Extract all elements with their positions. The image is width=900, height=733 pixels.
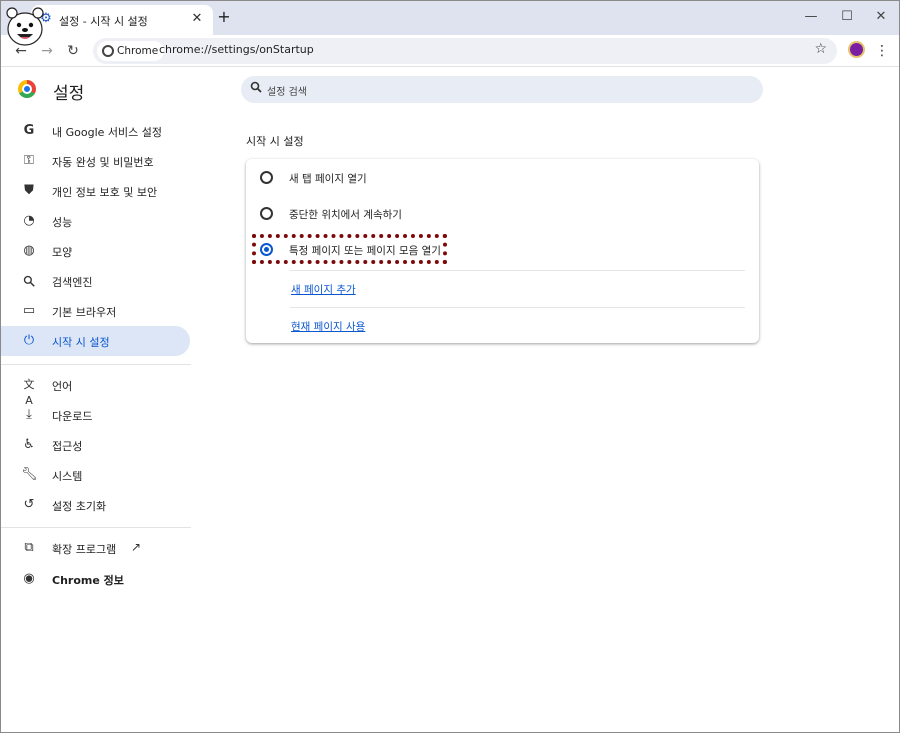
chrome-icon [102, 45, 114, 57]
sidebar-item-on-startup[interactable]: ⏻ 시작 시 설정 [1, 326, 190, 356]
tab-settings[interactable]: ⚙ 설정 - 시작 시 설정 ✕ [31, 5, 213, 35]
use-current-pages-link[interactable]: 현재 페이지 사용 [291, 319, 365, 334]
sidebar-item-label: 모양 [52, 246, 73, 259]
reload-button[interactable]: ↻ [63, 41, 83, 61]
option-continue[interactable]: 중단한 위치에서 계속하기 [246, 196, 759, 230]
sidebar-item-label: 설정 초기화 [52, 500, 107, 513]
sidebar-item-performance[interactable]: ◔ 성능 [1, 206, 190, 236]
reset-icon: ↺ [23, 497, 35, 512]
sidebar-item-google-services[interactable]: G 내 Google 서비스 설정 [1, 116, 190, 146]
card-divider [290, 307, 745, 308]
sidebar-item-label: 개인 정보 보호 및 보안 [52, 186, 158, 199]
highlight-annotation-box [252, 234, 447, 264]
browser-window: ⚙ 설정 - 시작 시 설정 ✕ + — ☐ ✕ ← → ↻ Chrome ch… [0, 0, 900, 733]
sidebar-item-label: 시스템 [52, 470, 83, 483]
mascot-character-icon [6, 7, 44, 46]
power-icon: ⏻ [23, 333, 35, 348]
sidebar-divider [1, 364, 191, 365]
sidebar-item-label: 시작 시 설정 [52, 336, 110, 349]
download-icon: ⤓ [26, 407, 32, 422]
accessibility-icon: ♿ [23, 437, 35, 452]
url-text[interactable]: chrome://settings/onStartup [159, 43, 314, 56]
google-icon: G [23, 123, 35, 138]
open-external-icon: ↗ [131, 540, 142, 554]
minimize-button[interactable]: — [801, 7, 821, 27]
sidebar-item-downloads[interactable]: ⤓ 다운로드 [1, 400, 190, 430]
sidebar-item-system[interactable]: 🔧︎ 시스템 [1, 460, 190, 490]
profile-avatar[interactable] [848, 41, 865, 58]
maximize-button[interactable]: ☐ [837, 7, 857, 27]
option-new-tab[interactable]: 새 탭 페이지 열기 [246, 160, 759, 194]
radio-button[interactable] [260, 207, 273, 220]
translate-icon: 文A [23, 378, 35, 407]
sidebar-item-about-chrome[interactable]: ◉ Chrome 정보 [1, 564, 190, 594]
toolbar: ← → ↻ Chrome chrome://settings/onStartup… [1, 35, 899, 67]
close-tab-button[interactable]: ✕ [189, 11, 205, 27]
card-divider [290, 270, 745, 271]
sidebar-item-reset[interactable]: ↺ 설정 초기화 [1, 490, 190, 520]
chip-label: Chrome [117, 45, 159, 57]
sidebar-item-label: 언어 [52, 380, 73, 393]
option-label: 새 탭 페이지 열기 [289, 173, 367, 185]
sidebar-item-label: 접근성 [52, 440, 83, 453]
sidebar-item-default-browser[interactable]: ▭ 기본 브라우저 [1, 296, 190, 326]
search-icon [250, 81, 262, 93]
sidebar-item-accessibility[interactable]: ♿ 접근성 [1, 430, 190, 460]
sidebar-item-label: 검색엔진 [52, 276, 93, 289]
sidebar-item-languages[interactable]: 文A 언어 [1, 370, 190, 407]
sidebar-item-autofill[interactable]: ⚿ 자동 완성 및 비밀번호 [1, 146, 190, 176]
sidebar-item-search-engine[interactable]: 검색엔진 [1, 266, 190, 296]
sidebar-divider [1, 527, 191, 528]
settings-search-input[interactable]: 설정 검색 [241, 76, 763, 103]
key-icon: ⚿ [24, 153, 34, 168]
search-placeholder: 설정 검색 [267, 87, 307, 98]
sidebar-item-privacy[interactable]: ⛊ 개인 정보 보호 및 보안 [1, 176, 190, 206]
search-icon [23, 275, 35, 287]
add-page-link[interactable]: 새 페이지 추가 [291, 282, 356, 297]
page-title: 설정 [53, 84, 85, 104]
sidebar-item-label: Chrome 정보 [52, 574, 124, 587]
tab-title: 설정 - 시작 시 설정 [59, 15, 148, 28]
wrench-icon: 🔧︎ [21, 467, 38, 482]
browser-window-icon: ▭ [22, 303, 36, 318]
puzzle-icon: ⧉ [24, 540, 34, 555]
address-bar[interactable]: Chrome chrome://settings/onStartup ☆ [93, 38, 837, 64]
bookmark-star-icon[interactable]: ☆ [814, 41, 827, 57]
sidebar-item-label: 성능 [52, 216, 73, 229]
section-title: 시작 시 설정 [246, 135, 304, 148]
close-window-button[interactable]: ✕ [871, 7, 891, 27]
sidebar-item-label: 자동 완성 및 비밀번호 [52, 156, 154, 169]
sidebar-item-label: 다운로드 [52, 410, 93, 423]
new-tab-button[interactable]: + [215, 8, 233, 26]
sidebar-item-label: 내 Google 서비스 설정 [52, 126, 162, 139]
radio-button[interactable] [260, 171, 273, 184]
sidebar-item-appearance[interactable]: ◍ 모양 [1, 236, 190, 266]
tab-strip: ⚙ 설정 - 시작 시 설정 ✕ + — ☐ ✕ [1, 1, 899, 35]
shield-icon: ⛊ [24, 183, 34, 198]
sidebar-item-label: 확장 프로그램 [52, 543, 117, 556]
chrome-logo-icon [18, 80, 36, 98]
chrome-icon: ◉ [23, 571, 35, 586]
speedometer-icon: ◔ [23, 213, 35, 228]
menu-button[interactable]: ⋮ [875, 41, 889, 61]
sidebar-item-extensions[interactable]: ⧉ 확장 프로그램 ↗ [1, 533, 190, 563]
site-info-chip[interactable]: Chrome [97, 41, 165, 61]
sidebar-item-label: 기본 브라우저 [52, 306, 117, 319]
palette-icon: ◍ [23, 243, 35, 258]
option-label: 중단한 위치에서 계속하기 [289, 209, 402, 221]
